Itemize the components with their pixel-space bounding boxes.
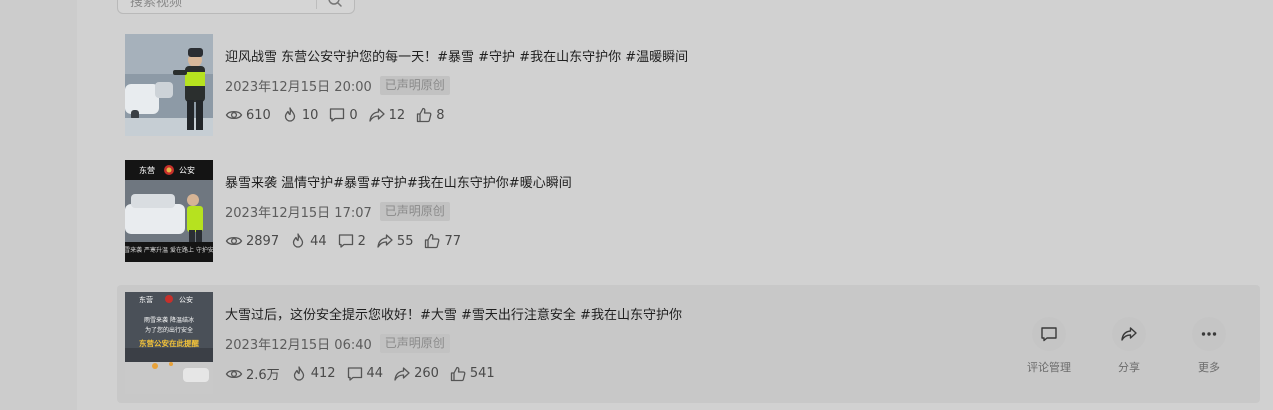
video-title[interactable]: 暴雪来袭 温情守护#暴雪#守护#我在山东守护你#暖心瞬间 bbox=[225, 172, 572, 191]
eye-icon bbox=[225, 369, 243, 378]
shares-stat: 260 bbox=[393, 365, 439, 383]
thumb-badge-right: 公安 bbox=[179, 165, 195, 175]
video-meta: 2023年12月15日 06:40 已声明原创 bbox=[225, 333, 450, 353]
views-stat: 2897 bbox=[225, 232, 279, 250]
hot-stat: 44 bbox=[289, 232, 327, 250]
video-item[interactable]: 迎风战雪 东营公安守护您的每一天！#暴雪 #守护 #我在山东守护你 #温暖瞬间 … bbox=[117, 27, 1260, 145]
comment-manage-button[interactable]: 评论管理 bbox=[1023, 317, 1075, 375]
likes-stat: 8 bbox=[415, 106, 444, 124]
shares-count: 260 bbox=[414, 366, 439, 381]
share-icon bbox=[369, 108, 385, 122]
thumb-line-3: 东营公安在此提醒 bbox=[139, 338, 199, 348]
shares-stat: 12 bbox=[368, 106, 406, 124]
video-stats: 610 10 0 12 8 bbox=[225, 106, 444, 124]
share-label[interactable]: 分享 bbox=[1118, 359, 1140, 375]
comments-stat: 2 bbox=[337, 232, 366, 250]
thumbs-up-icon bbox=[425, 233, 440, 249]
comment-icon bbox=[330, 108, 345, 122]
comment-manage-circle[interactable] bbox=[1032, 317, 1066, 351]
comment-icon bbox=[347, 366, 362, 381]
more-label[interactable]: 更多 bbox=[1198, 359, 1220, 375]
video-title[interactable]: 迎风战雪 东营公安守护您的每一天！#暴雪 #守护 #我在山东守护你 #温暖瞬间 bbox=[225, 46, 688, 65]
hot-stat: 412 bbox=[290, 365, 336, 383]
row-actions: 评论管理 分享 更多 bbox=[1023, 317, 1235, 375]
views-count: 2.6万 bbox=[246, 368, 280, 383]
search-divider bbox=[316, 0, 317, 9]
more-icon bbox=[1201, 332, 1217, 336]
video-meta: 2023年12月15日 17:07 已声明原创 bbox=[225, 201, 450, 221]
share-icon bbox=[394, 366, 410, 381]
likes-count: 541 bbox=[469, 366, 495, 381]
comment-icon bbox=[1041, 327, 1057, 342]
likes-count: 8 bbox=[436, 107, 445, 123]
original-badge: 已声明原创 bbox=[379, 201, 450, 221]
video-meta: 2023年12月15日 20:00 已声明原创 bbox=[225, 75, 450, 95]
more-circle[interactable] bbox=[1192, 317, 1226, 351]
video-stats: 2897 44 2 55 77 bbox=[225, 232, 461, 250]
likes-stat: 541 bbox=[449, 365, 495, 383]
comments-stat: 44 bbox=[346, 365, 384, 383]
more-button[interactable]: 更多 bbox=[1183, 317, 1235, 375]
comment-manage-label[interactable]: 评论管理 bbox=[1027, 359, 1071, 375]
publish-date: 2023年12月15日 20:00 bbox=[225, 79, 372, 95]
thumb-badge-left: 东营 bbox=[139, 165, 155, 175]
comment-icon bbox=[338, 234, 353, 248]
flame-icon bbox=[292, 233, 304, 248]
likes-count: 77 bbox=[444, 233, 462, 249]
views-count: 610 bbox=[246, 107, 271, 123]
eye-icon bbox=[225, 110, 243, 120]
search-input[interactable] bbox=[128, 0, 312, 11]
share-icon bbox=[377, 234, 393, 248]
comments-count: 0 bbox=[349, 107, 358, 123]
thumb-badge-left: 东营 bbox=[139, 295, 153, 304]
share-circle[interactable] bbox=[1112, 317, 1146, 351]
video-item[interactable]: 东营 公安 雨雪来袭 降温结冰 为了您的出行安全 东营公安在此提醒 大雪过后，这… bbox=[117, 285, 1260, 403]
thumbs-up-icon bbox=[417, 107, 432, 123]
search-icon[interactable] bbox=[326, 0, 344, 9]
share-button[interactable]: 分享 bbox=[1103, 317, 1155, 375]
flame-icon bbox=[293, 365, 304, 381]
hot-stat: 10 bbox=[281, 106, 319, 124]
shares-count: 12 bbox=[388, 107, 406, 123]
video-item[interactable]: 东营 公安 暴雪来袭 严寒升温 爱在路上 守护安全 暴雪来袭 温情守护#暴雪#守… bbox=[117, 153, 1260, 271]
original-badge: 已声明原创 bbox=[379, 333, 450, 353]
comments-count: 2 bbox=[357, 233, 366, 249]
video-thumbnail[interactable]: 东营 公安 暴雪来袭 严寒升温 爱在路上 守护安全 bbox=[125, 160, 213, 262]
video-stats: 2.6万 412 44 260 541 bbox=[225, 364, 495, 383]
publish-date: 2023年12月15日 06:40 bbox=[225, 337, 372, 353]
thumb-line-2: 为了您的出行安全 bbox=[145, 326, 193, 334]
thumb-line-1: 雨雪来袭 降温结冰 bbox=[144, 316, 194, 324]
hot-count: 412 bbox=[310, 366, 336, 381]
video-thumbnail[interactable]: 东营 公安 雨雪来袭 降温结冰 为了您的出行安全 东营公安在此提醒 bbox=[125, 292, 213, 394]
share-icon bbox=[1121, 327, 1137, 341]
comments-stat: 0 bbox=[328, 106, 358, 124]
search-box[interactable] bbox=[117, 0, 355, 14]
video-title[interactable]: 大雪过后，这份安全提示您收好！#大雪 #雪天出行注意安全 #我在山东守护你 bbox=[225, 304, 682, 323]
thumb-caption: 暴雪来袭 严寒升温 爱在路上 守护安全 bbox=[125, 246, 213, 254]
hot-count: 10 bbox=[301, 107, 319, 123]
comments-count: 44 bbox=[366, 366, 384, 381]
video-thumbnail[interactable] bbox=[125, 34, 213, 136]
hot-count: 44 bbox=[310, 233, 327, 249]
eye-icon bbox=[225, 236, 243, 246]
original-badge: 已声明原创 bbox=[379, 75, 450, 95]
shares-stat: 55 bbox=[376, 232, 414, 250]
flame-icon bbox=[284, 107, 295, 122]
thumbs-up-icon bbox=[450, 366, 466, 381]
thumb-badge-right: 公安 bbox=[179, 295, 193, 304]
likes-stat: 77 bbox=[423, 232, 461, 250]
shares-count: 55 bbox=[396, 233, 414, 249]
views-stat: 610 bbox=[225, 106, 271, 124]
views-stat: 2.6万 bbox=[225, 364, 280, 383]
publish-date: 2023年12月15日 17:07 bbox=[225, 205, 372, 221]
views-count: 2897 bbox=[246, 233, 280, 249]
